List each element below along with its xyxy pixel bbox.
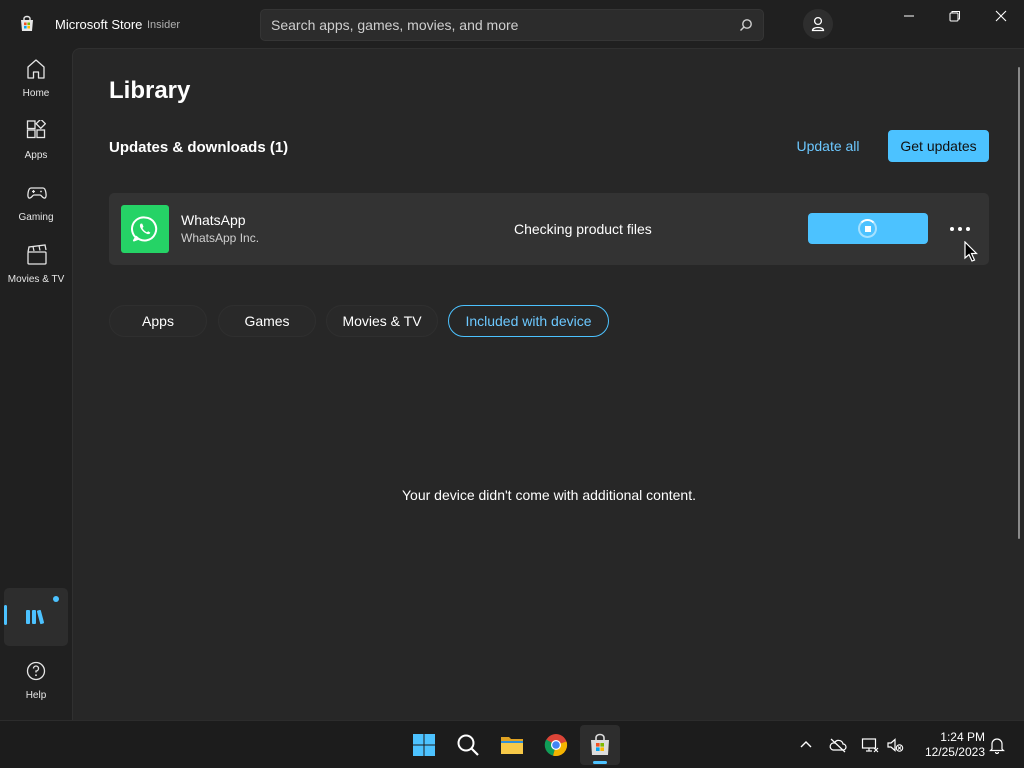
sidebar-item-label: Apps [24,150,48,161]
sidebar-item-apps[interactable]: Apps [4,114,68,172]
gamepad-icon [27,187,47,199]
get-updates-button[interactable]: Get updates [888,130,989,162]
sidebar-item-label: Movies & TV [7,274,65,285]
stop-download-button[interactable] [808,213,928,244]
home-icon [27,59,45,79]
user-icon [811,16,825,32]
notification-bell-icon[interactable] [988,736,1006,754]
title-bar: Microsoft Store Insider [0,0,1024,48]
restore-icon [949,11,960,22]
taskbar-search-button[interactable] [448,725,488,765]
stop-icon [865,226,871,232]
folder-icon [501,737,523,754]
minimize-button[interactable] [886,0,932,32]
scrollbar[interactable] [1018,67,1020,539]
whatsapp-icon [121,205,169,253]
system-clock[interactable]: 1:24 PM 12/25/2023 [913,730,985,760]
filter-included-with-device[interactable]: Included with device [448,305,609,337]
minimize-icon [904,15,914,17]
chrome-button[interactable] [536,725,576,765]
page-title: Library [109,77,191,104]
chrome-icon [544,734,568,757]
running-indicator [593,761,607,764]
taskbar: 1:24 PM 12/25/2023 [0,720,1024,768]
apps-icon [26,120,46,139]
sidebar: Home Apps Gaming Movies & TV Help [0,48,72,720]
network-icon[interactable] [861,736,879,754]
volume-muted-icon[interactable] [886,736,904,754]
chevron-up-icon[interactable] [797,736,815,754]
selected-indicator [4,605,7,625]
section-title: Updates & downloads (1) [109,139,289,156]
update-all-button[interactable]: Update all [786,130,870,162]
notification-dot [53,596,59,602]
file-explorer-button[interactable] [492,725,532,765]
mouse-cursor-icon [964,241,978,262]
sidebar-item-home[interactable]: Home [4,52,68,110]
account-button[interactable] [803,9,833,39]
app-title: Microsoft Store [55,17,143,32]
sidebar-item-movies-tv[interactable]: Movies & TV [4,238,68,296]
app-publisher: WhatsApp Inc. [181,231,260,245]
more-icon [966,227,970,231]
sidebar-item-library[interactable] [4,588,68,646]
store-icon [591,733,609,755]
filter-games[interactable]: Games [218,305,316,337]
restore-button[interactable] [932,0,978,32]
more-icon [958,227,962,231]
sidebar-item-gaming[interactable]: Gaming [4,176,68,234]
start-button[interactable] [404,725,444,765]
clock-date: 12/25/2023 [924,745,985,759]
clock-time: 1:24 PM [940,730,985,744]
sidebar-item-label: Gaming [18,212,54,223]
help-icon [26,661,46,681]
search-icon [457,734,479,756]
search-input[interactable] [271,10,731,40]
close-icon [995,10,1007,22]
onedrive-offline-icon[interactable] [829,736,847,754]
store-taskbar-button[interactable] [580,725,620,765]
empty-state-message: Your device didn't come with additional … [401,487,696,503]
library-page: Library Updates & downloads (1) Update a… [72,48,1024,720]
more-icon [950,227,954,231]
sidebar-item-help[interactable]: Help [4,654,68,712]
clapperboard-icon [27,244,47,265]
filter-apps[interactable]: Apps [109,305,207,337]
download-item[interactable]: WhatsApp WhatsApp Inc. Checking product … [109,193,989,265]
sidebar-item-label: Home [22,88,50,99]
sidebar-item-label: Help [25,690,47,701]
windows-logo-icon [413,734,435,756]
search-box[interactable] [260,9,764,41]
insider-badge: Insider [147,19,181,31]
store-logo-icon [21,15,33,31]
search-icon[interactable] [739,18,753,32]
more-options-button[interactable] [942,213,978,244]
app-name: WhatsApp [181,212,246,228]
filter-movies-tv[interactable]: Movies & TV [326,305,438,337]
library-icon [26,609,45,625]
download-status: Checking product files [514,221,652,237]
close-button[interactable] [978,0,1024,32]
